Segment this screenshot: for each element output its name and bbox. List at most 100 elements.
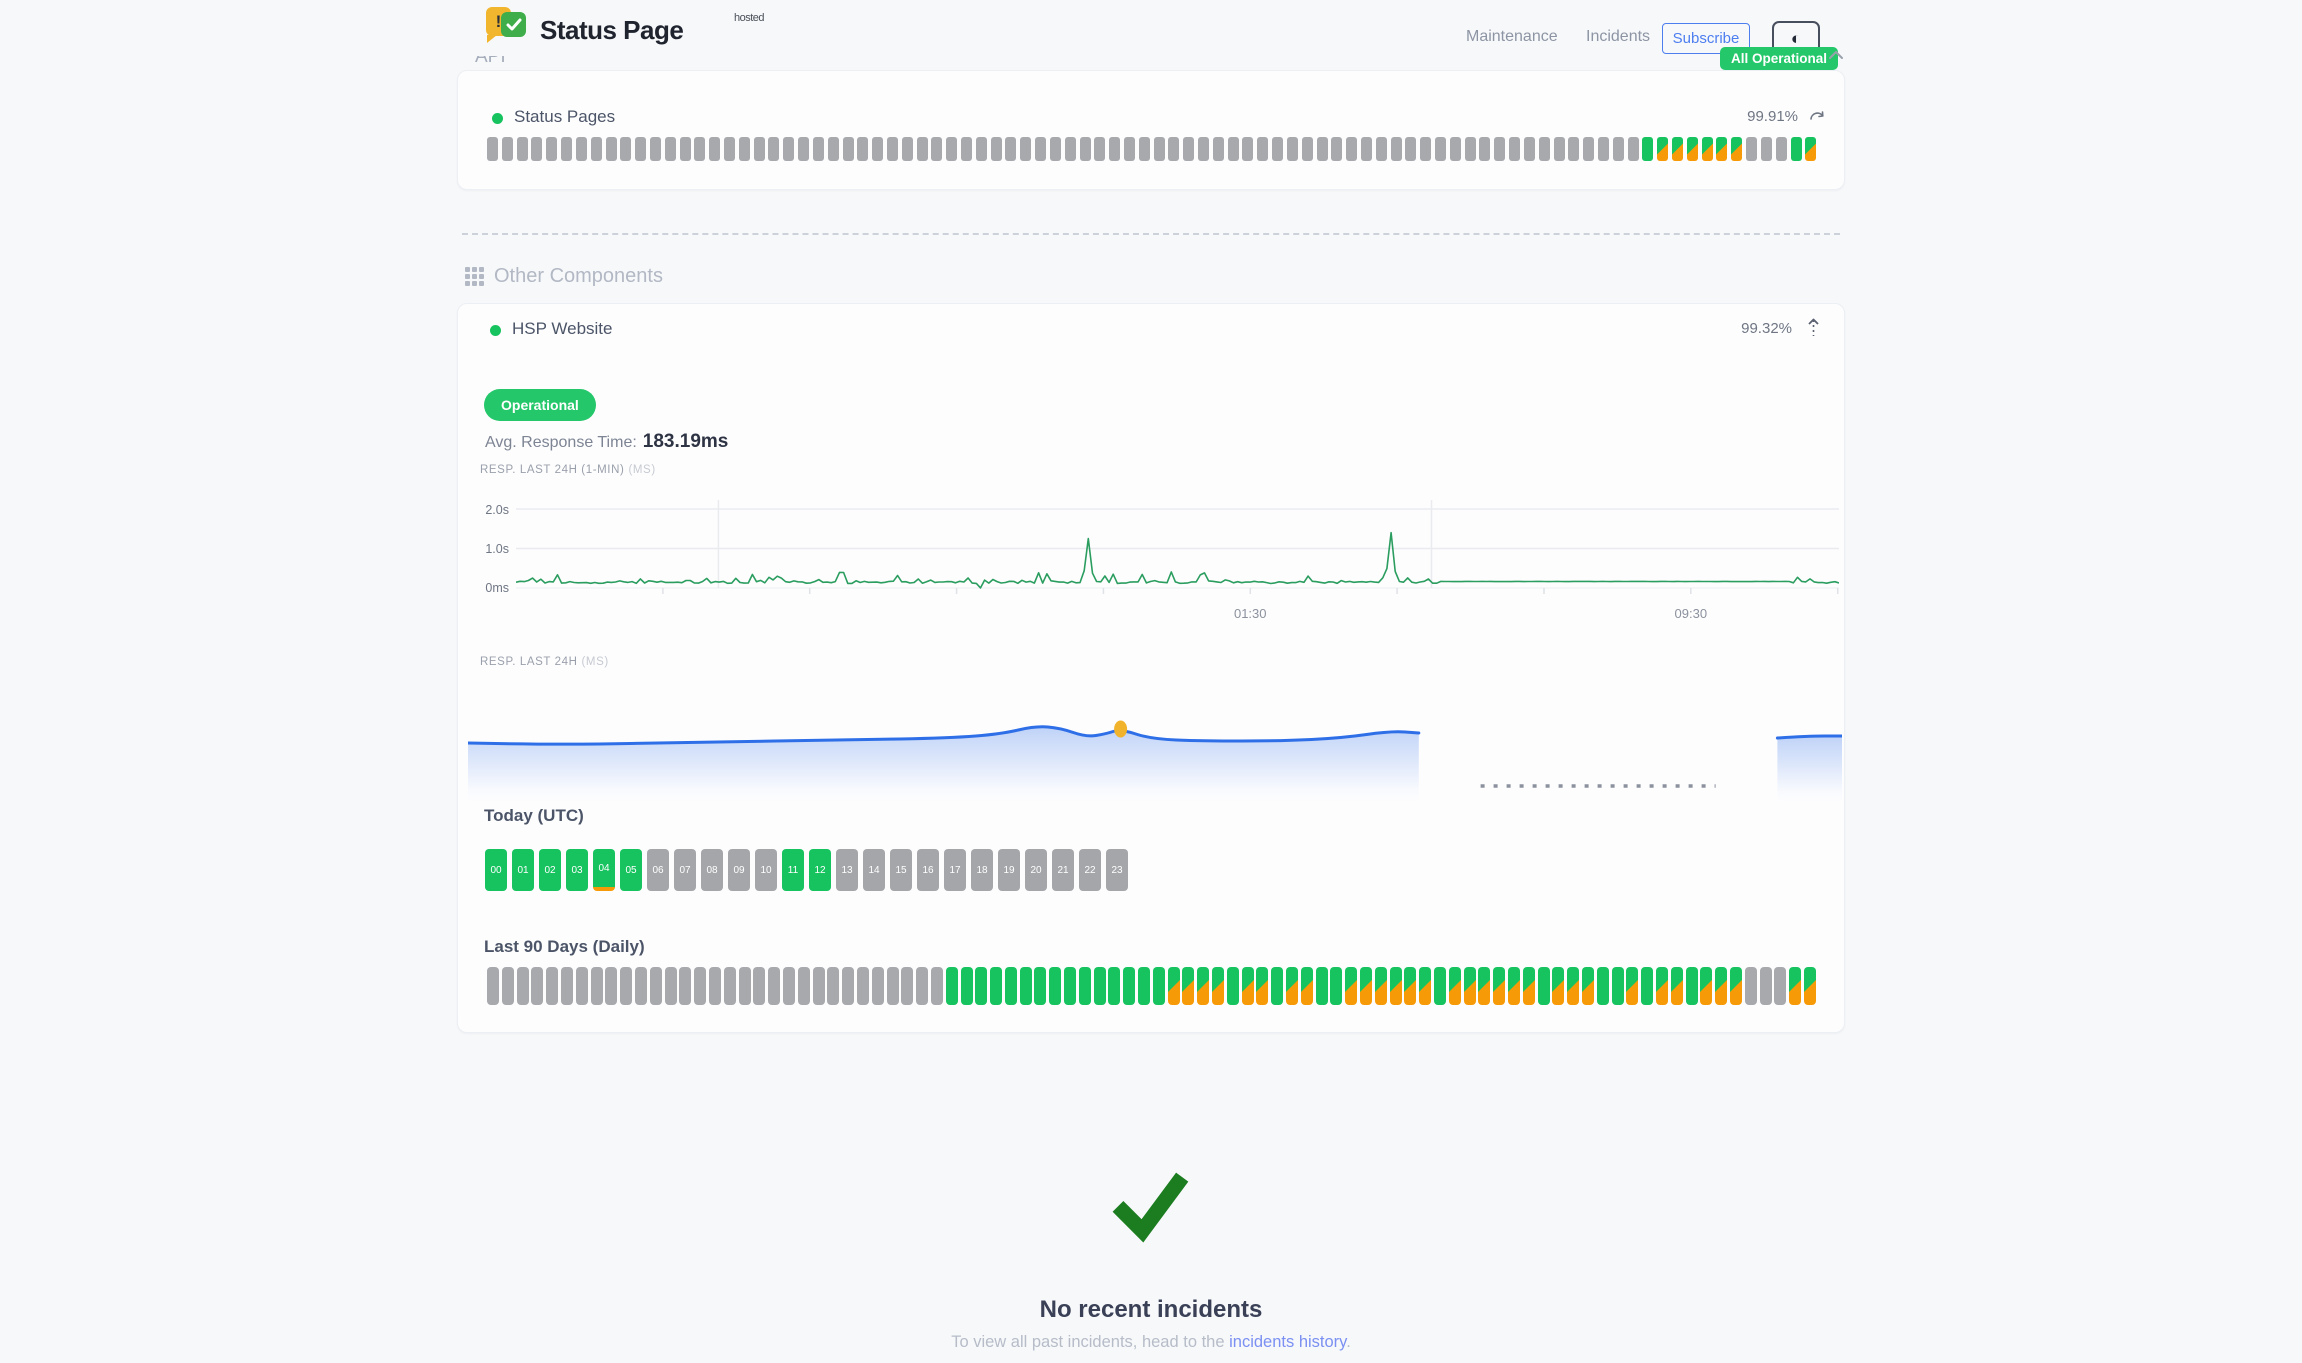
nav-maintenance-link[interactable]: Maintenance	[1466, 28, 1558, 46]
uptime-bar	[961, 967, 973, 1005]
chart2-label: RESP. LAST 24H(MS)	[480, 656, 609, 668]
uptime-bar	[1524, 137, 1535, 161]
uptime-bar	[1154, 137, 1165, 161]
uptime-bar	[1242, 137, 1253, 161]
uptime-bar	[783, 967, 795, 1005]
hour-block-22: 22	[1079, 849, 1101, 891]
uptime-bar	[1746, 137, 1757, 161]
uptime-bar	[561, 967, 573, 1005]
uptime-bar	[694, 967, 706, 1005]
chevron-up-icon[interactable]	[1828, 50, 1844, 60]
brand-logo[interactable]: ! Status Page hosted	[486, 5, 716, 51]
nav-incidents-link[interactable]: Incidents	[1586, 28, 1650, 46]
uptime-bar	[1450, 137, 1461, 161]
hour-block-21: 21	[1052, 849, 1074, 891]
uptime-bar	[650, 967, 662, 1005]
uptime-bar	[1626, 967, 1638, 1005]
hour-block-12: 12	[809, 849, 831, 891]
refresh-icon[interactable]	[1809, 109, 1826, 124]
uptime-bar	[813, 137, 824, 161]
incidents-history-link[interactable]: incidents history	[1229, 1333, 1346, 1351]
uptime-bar	[709, 967, 721, 1005]
brand-superscript: hosted	[734, 12, 764, 24]
hsp-website-card: HSP Website 99.32% Operational Avg. Resp…	[457, 303, 1845, 1033]
uptime-bar	[1567, 967, 1579, 1005]
uptime-bar	[561, 137, 572, 161]
uptime-bar	[1805, 137, 1816, 161]
hour-block-19: 19	[998, 849, 1020, 891]
hour-block-01: 01	[512, 849, 534, 891]
uptime-bar	[1583, 137, 1594, 161]
uptime-bar	[1287, 137, 1298, 161]
hour-block-10: 10	[755, 849, 777, 891]
hour-block-07: 07	[674, 849, 696, 891]
uptime-bar	[487, 137, 498, 161]
uptime-bar	[576, 137, 587, 161]
y-axis-label: 2.0s	[469, 503, 509, 517]
uptime-bar	[1361, 137, 1372, 161]
uptime-bar	[620, 967, 632, 1005]
uptime-bar	[1375, 967, 1387, 1005]
collapse-arrow-icon[interactable]	[1807, 318, 1820, 337]
uptime-bar	[1272, 137, 1283, 161]
uptime-bar	[1509, 137, 1520, 161]
uptime-bar	[1005, 137, 1016, 161]
hour-block-18: 18	[971, 849, 993, 891]
uptime-bar	[1080, 137, 1091, 161]
uptime-bar	[1628, 137, 1639, 161]
hour-block-06: 06	[647, 849, 669, 891]
uptime-bar	[946, 137, 957, 161]
uptime-bar	[665, 967, 677, 1005]
uptime-bar	[605, 967, 617, 1005]
uptime-bar	[1405, 137, 1416, 161]
uptime-bar	[990, 967, 1002, 1005]
hour-block-15: 15	[890, 849, 912, 891]
uptime-bar	[591, 137, 602, 161]
uptime-bar	[1613, 137, 1624, 161]
uptime-bars-90-days	[487, 967, 1817, 1005]
uptime-bar	[1064, 967, 1076, 1005]
uptime-bar	[1360, 967, 1372, 1005]
uptime-bar	[635, 137, 646, 161]
hour-block-09: 09	[728, 849, 750, 891]
uptime-bar	[1317, 137, 1328, 161]
uptime-bar	[709, 137, 720, 161]
uptime-bar	[1079, 967, 1091, 1005]
top-header: ! Status Page hosted Maintenance Inciden…	[0, 0, 2302, 56]
uptime-bar	[679, 967, 691, 1005]
uptime-bar	[1538, 967, 1550, 1005]
uptime-bar	[1286, 967, 1298, 1005]
uptime-bar	[1582, 967, 1594, 1005]
hour-block-23: 23	[1106, 849, 1128, 891]
uptime-bar	[517, 137, 528, 161]
uptime-bar	[1804, 967, 1816, 1005]
uptime-bar	[546, 137, 557, 161]
uptime-bar	[991, 137, 1002, 161]
uptime-bar	[843, 137, 854, 161]
uptime-bar	[917, 137, 928, 161]
hour-block-13: 13	[836, 849, 858, 891]
uptime-bar	[1700, 967, 1712, 1005]
hour-block-02: 02	[539, 849, 561, 891]
uptime-bar	[724, 967, 736, 1005]
uptime-bar	[502, 967, 514, 1005]
uptime-bar	[1213, 137, 1224, 161]
uptime-bar	[1656, 967, 1668, 1005]
uptime-bar	[1108, 967, 1120, 1005]
hour-block-20: 20	[1025, 849, 1047, 891]
uptime-bar	[1094, 967, 1106, 1005]
grid-icon	[465, 267, 484, 286]
component-name: Status Pages	[514, 107, 615, 127]
uptime-bar	[1761, 137, 1772, 161]
section-divider	[462, 233, 1840, 235]
uptime-bar	[1730, 967, 1742, 1005]
uptime-bar	[680, 137, 691, 161]
uptime-bar	[813, 967, 825, 1005]
uptime-bar	[1123, 967, 1135, 1005]
uptime-bar	[1138, 967, 1150, 1005]
uptime-bar	[1671, 967, 1683, 1005]
uptime-bar	[827, 967, 839, 1005]
uptime-bar	[1330, 967, 1342, 1005]
uptime-bar	[1153, 967, 1165, 1005]
uptime-bar	[754, 137, 765, 161]
